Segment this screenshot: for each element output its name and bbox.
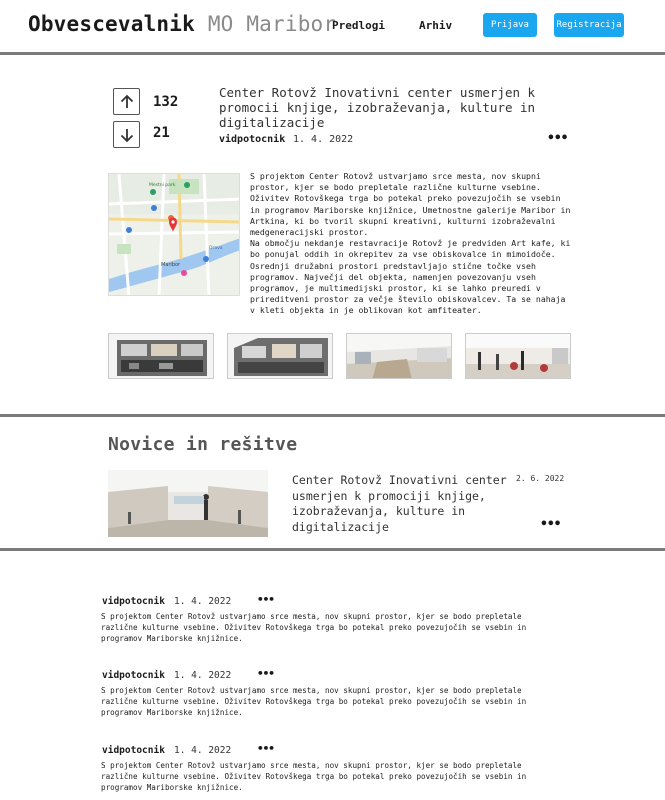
building-section-image: [109, 334, 213, 378]
post-author[interactable]: vidpotocnik: [219, 134, 285, 145]
site-logo[interactable]: Obvescevalnik MO Maribor: [28, 12, 336, 36]
upvote-count: 132: [153, 94, 179, 110]
downvote-count: 21: [153, 125, 170, 141]
register-button[interactable]: Registracija: [554, 13, 624, 37]
comment-text: S projektom Center Rotovž ustvarjamo src…: [101, 612, 527, 643]
interior-render-image: [347, 334, 451, 378]
comment-author[interactable]: vidpotocnik: [102, 596, 165, 607]
gallery-thumb-3[interactable]: [346, 333, 452, 379]
news-date: 2. 6. 2022: [516, 474, 565, 483]
gallery-thumb-1[interactable]: [108, 333, 214, 379]
news-image[interactable]: [108, 470, 268, 537]
map-graphic: Mestni park Maribor Drava: [109, 174, 239, 295]
comment-more-menu[interactable]: •••: [257, 667, 275, 680]
logo-bold-text: Obvescevalnik: [28, 12, 195, 36]
comment-author[interactable]: vidpotocnik: [102, 745, 165, 756]
section-divider: [0, 414, 665, 417]
upvote-button[interactable]: [113, 88, 140, 115]
comment-date: 1. 4. 2022: [174, 745, 232, 756]
news-more-menu[interactable]: •••: [540, 517, 562, 532]
gallery-thumb-4[interactable]: [465, 333, 571, 379]
interior-render-image: [466, 334, 570, 378]
street-render-image: [108, 470, 268, 537]
map-label-river: Drava: [209, 245, 223, 251]
section-divider: [0, 548, 665, 551]
comment-more-menu[interactable]: •••: [257, 593, 275, 606]
building-section-image: [228, 334, 332, 378]
news-heading: Novice in rešitve: [108, 434, 298, 455]
post-title[interactable]: Center Rotovž Inovativni center usmerjen…: [219, 85, 569, 130]
gallery-thumb-2[interactable]: [227, 333, 333, 379]
logo-light-text: MO Maribor: [207, 12, 337, 36]
comment-more-menu[interactable]: •••: [257, 742, 275, 755]
arrow-up-icon: [120, 94, 133, 108]
post-paragraph-2: Na območju nekdanje restavracije Rotovž …: [250, 238, 571, 316]
comment-date: 1. 4. 2022: [174, 670, 232, 681]
news-title[interactable]: Center Rotovž Inovativni center usmerjen…: [292, 473, 507, 535]
post-more-menu[interactable]: •••: [547, 131, 569, 146]
arrow-down-icon: [120, 128, 133, 142]
map-label-city: Maribor: [161, 262, 181, 268]
post-body: S projektom Center Rotovž ustvarjamo src…: [250, 171, 575, 317]
post-date: 1. 4. 2022: [293, 134, 354, 145]
location-map[interactable]: Mestni park Maribor Drava: [108, 173, 240, 296]
post-paragraph-1: S projektom Center Rotovž ustvarjamo src…: [250, 171, 571, 238]
site-header: Obvescevalnik MO Maribor Predlogi Arhiv …: [0, 0, 665, 55]
comment-text: S projektom Center Rotovž ustvarjamo src…: [101, 761, 527, 792]
nav-predlogi[interactable]: Predlogi: [332, 19, 385, 32]
comment-author[interactable]: vidpotocnik: [102, 670, 165, 681]
comment-text: S projektom Center Rotovž ustvarjamo src…: [101, 686, 527, 717]
comment-date: 1. 4. 2022: [174, 596, 232, 607]
nav-arhiv[interactable]: Arhiv: [419, 19, 452, 32]
downvote-button[interactable]: [113, 121, 140, 148]
map-label-park: Mestni park: [149, 182, 176, 188]
login-button[interactable]: Prijava: [483, 13, 537, 37]
